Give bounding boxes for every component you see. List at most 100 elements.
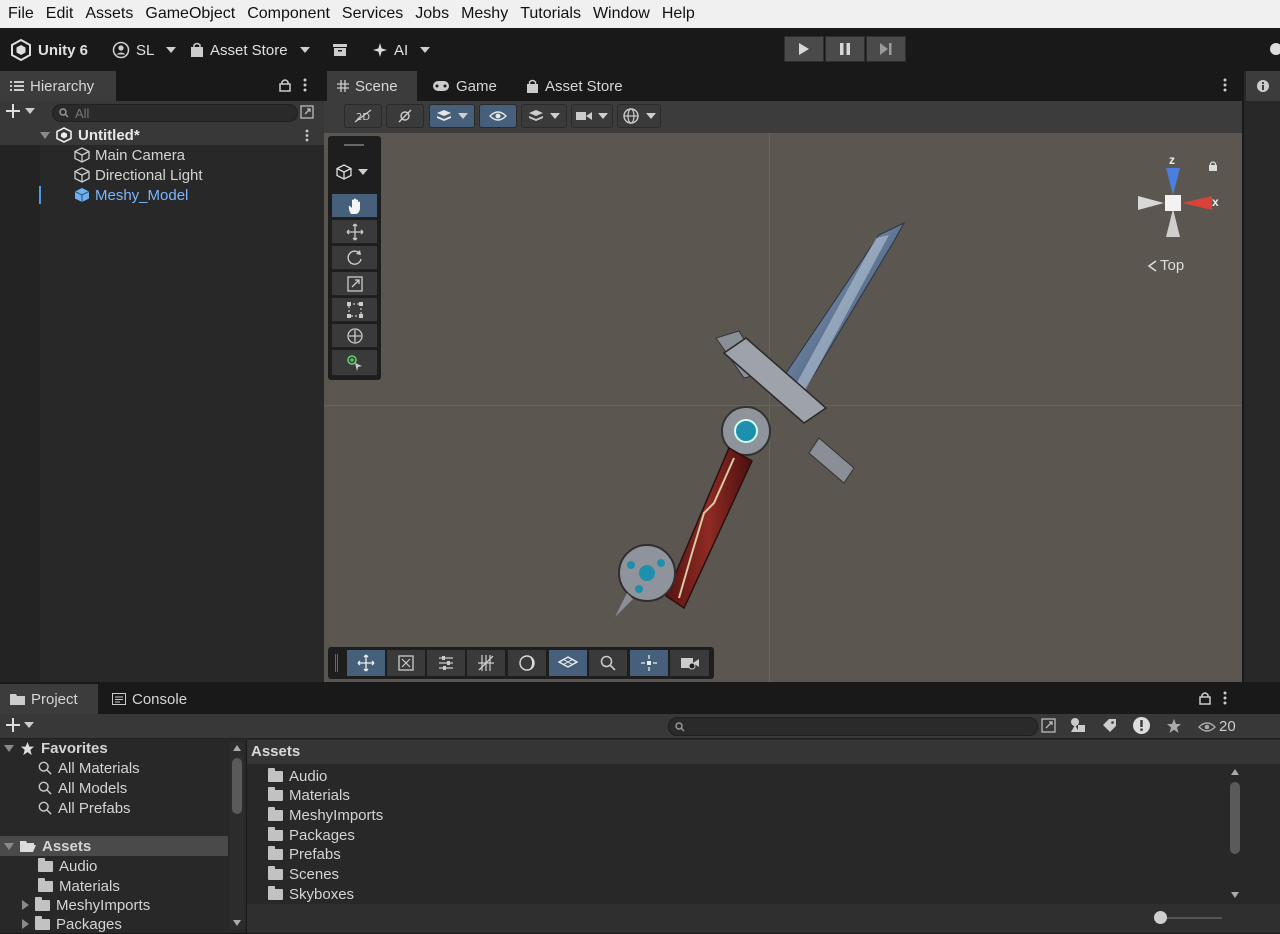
play-button[interactable] [784,36,824,62]
icon-size-slider-handle[interactable] [1154,911,1167,924]
view-orientation-label[interactable]: Top [1147,257,1184,274]
scene-visibility-button[interactable] [479,104,517,128]
tree-folder-packages[interactable]: Packages [22,914,122,934]
star-icon[interactable] [1166,718,1182,737]
unity-version-button[interactable]: Unity 6 [10,38,88,62]
folder-meshyimports[interactable]: MeshyImports [268,805,383,825]
kebab-menu-icon[interactable] [1223,691,1227,708]
tree-folder-meshyimports[interactable]: MeshyImports [22,895,150,915]
custom-tool[interactable] [332,350,377,376]
project-search-input[interactable] [668,717,1038,736]
folder-audio[interactable]: Audio [268,766,327,786]
kebab-menu-icon[interactable] [303,78,307,95]
favorite-all-materials[interactable]: All Materials [38,758,140,778]
tab-asset-store[interactable]: Asset Store [516,71,633,101]
tab-scene[interactable]: Scene [327,71,417,101]
menu-assets[interactable]: Assets [79,0,139,28]
tab-game[interactable]: Game [422,71,507,101]
overlay-camera-button[interactable] [670,650,709,676]
tab-project[interactable]: Project [0,684,98,714]
menu-services[interactable]: Services [336,0,409,28]
visible-count: 20 [1219,718,1236,735]
search-mode-icon[interactable] [1041,718,1056,736]
favorite-all-models[interactable]: All Models [38,778,127,798]
menu-component[interactable]: Component [241,0,336,28]
draw-mode-dropdown[interactable] [429,104,475,128]
asset-store-dropdown[interactable]: Asset Store [190,38,310,62]
transform-tool[interactable] [332,324,377,348]
filter-by-type-icon[interactable] [1070,717,1086,736]
overlay-pivot-button[interactable] [630,650,669,676]
tab-console[interactable]: Console [102,684,197,714]
tab-inspector[interactable] [1246,71,1280,101]
hand-tool[interactable] [332,194,377,218]
open-scene-icon[interactable] [300,105,314,122]
gizmos-dropdown[interactable] [617,104,661,128]
rotate-tool[interactable] [332,246,377,270]
overlay-search-button[interactable] [589,650,628,676]
scene-viewport[interactable]: z x Top [324,133,1242,682]
create-dropdown[interactable] [6,718,34,732]
package-manager-button[interactable] [332,38,348,62]
camera-dropdown[interactable] [571,104,613,128]
assets-root[interactable]: Assets [4,836,91,856]
step-button[interactable] [866,36,906,62]
menu-file[interactable]: File [2,0,40,28]
overlay-shading-button[interactable] [508,650,547,676]
menu-tutorials[interactable]: Tutorials [514,0,587,28]
layers-dropdown[interactable] [521,104,567,128]
tree-folder-materials[interactable]: Materials [38,876,120,896]
folder-scenes[interactable]: Scenes [268,864,339,884]
overlay-grid-visibility-button[interactable] [549,650,588,676]
hierarchy-item-directional-light[interactable]: Directional Light [74,165,203,185]
scale-tool[interactable] [332,272,377,296]
hierarchy-item-main-camera[interactable]: Main Camera [74,145,185,165]
drag-handle[interactable] [344,144,364,146]
breadcrumb-assets[interactable]: Assets [251,743,300,760]
lock-icon[interactable] [1208,160,1218,172]
tab-hierarchy[interactable]: Hierarchy [0,71,116,101]
tree-folder-audio[interactable]: Audio [38,856,97,876]
lock-icon[interactable] [279,78,291,95]
overlay-grid-button[interactable] [467,650,506,676]
create-dropdown[interactable] [6,104,35,118]
gamepad-icon [433,81,449,91]
favorites-header[interactable]: Favorites [4,738,108,758]
folder-materials[interactable]: Materials [268,785,350,805]
folder-skyboxes[interactable]: Skyboxes [268,884,354,904]
folder-packages[interactable]: Packages [268,825,355,845]
hierarchy-search-input[interactable]: All [52,104,298,122]
lock-icon[interactable] [1199,691,1211,708]
important-log-icon[interactable] [1132,716,1151,738]
hidden-packages-toggle[interactable]: 20 [1198,718,1236,735]
menu-gameobject[interactable]: GameObject [139,0,241,28]
scene-root[interactable]: Untitled* [40,125,140,145]
menu-help[interactable]: Help [656,0,701,28]
lighting-toggle-button[interactable] [386,104,424,128]
hierarchy-item-meshy-model[interactable]: Meshy_Model [74,185,188,205]
menu-edit[interactable]: Edit [40,0,80,28]
pause-button[interactable] [825,36,865,62]
tree-scrollbar[interactable] [230,742,244,930]
folder-list-scrollbar[interactable] [1228,766,1242,902]
tool-context-dropdown[interactable] [336,164,368,180]
overlay-snap-button[interactable] [387,650,426,676]
rect-tool[interactable] [332,298,377,322]
filter-by-label-icon[interactable] [1102,718,1117,736]
overlay-align-button[interactable] [427,650,466,676]
ai-dropdown[interactable]: AI [372,38,431,62]
kebab-menu-icon[interactable] [1223,78,1227,95]
favorite-all-prefabs[interactable]: All Prefabs [38,798,131,818]
cloud-icon[interactable] [1268,40,1280,58]
2d-toggle-button[interactable]: 2D [344,104,382,128]
drag-handle[interactable] [335,654,338,672]
menu-window[interactable]: Window [587,0,656,28]
overlay-move-button[interactable] [347,650,386,676]
menu-meshy[interactable]: Meshy [455,0,514,28]
move-tool[interactable] [332,220,377,244]
kebab-menu-icon[interactable] [305,129,309,145]
account-dropdown[interactable]: SL [112,38,177,62]
folder-prefabs[interactable]: Prefabs [268,844,341,864]
icon-size-slider-track[interactable] [1160,917,1222,919]
menu-jobs[interactable]: Jobs [409,0,455,28]
